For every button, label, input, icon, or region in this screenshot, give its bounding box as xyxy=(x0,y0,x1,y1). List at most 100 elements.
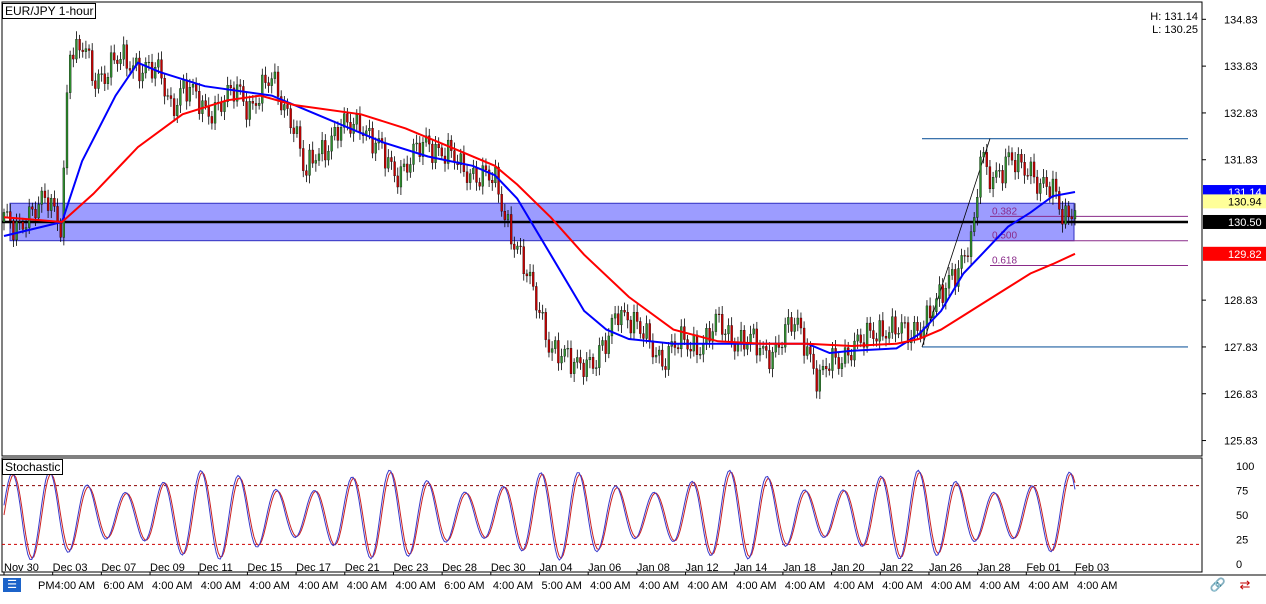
candle-body xyxy=(1048,186,1051,198)
candle-body xyxy=(383,142,387,169)
candle-body xyxy=(689,349,692,352)
candle-body xyxy=(547,339,551,353)
candle-body xyxy=(406,163,409,173)
candle-body xyxy=(1054,178,1058,192)
candle-body xyxy=(651,340,655,358)
candle-body xyxy=(500,194,503,212)
y-tick-label: 125.83 xyxy=(1224,436,1258,448)
candle-body xyxy=(806,346,809,356)
candle-body xyxy=(15,221,18,241)
remove-icon[interactable]: ⇄ xyxy=(1236,578,1254,592)
candle-body xyxy=(484,165,488,171)
y-tick-label: 127.83 xyxy=(1224,342,1258,354)
candle-body xyxy=(128,68,132,71)
candle-body xyxy=(799,317,803,329)
candle-body xyxy=(815,368,818,392)
candle-body xyxy=(951,269,954,276)
x-date-label: Nov 30 xyxy=(4,562,39,574)
x-time-label: 4:00 AM xyxy=(298,580,338,592)
x-time-label: 4:00 AM xyxy=(590,580,630,592)
candle-body xyxy=(100,73,103,75)
candle-body xyxy=(1010,152,1014,161)
price-tag-label: 130.94 xyxy=(1228,196,1262,208)
candle-body xyxy=(620,310,623,326)
candle-body xyxy=(248,101,251,120)
candle-body xyxy=(821,366,825,371)
menu-icon[interactable]: ☰ xyxy=(3,578,21,592)
candle-body xyxy=(664,366,667,370)
candle-body xyxy=(276,71,280,97)
candle-body xyxy=(591,357,595,369)
candle-body xyxy=(109,52,113,78)
candle-body xyxy=(491,180,494,184)
candle-body xyxy=(113,52,116,61)
x-time-label: 4:00 AM xyxy=(1077,580,1117,592)
candle-body xyxy=(308,149,311,176)
candle-body xyxy=(969,231,973,257)
candle-body xyxy=(40,190,43,205)
candle-body xyxy=(185,79,188,102)
candle-body xyxy=(1007,152,1010,158)
candle-body xyxy=(103,73,106,84)
candle-body xyxy=(550,348,554,353)
candle-body xyxy=(122,44,125,60)
candle-body xyxy=(358,114,362,133)
candle-body xyxy=(973,217,976,232)
candle-body xyxy=(1070,216,1073,220)
candle-body xyxy=(62,167,65,238)
link-icon[interactable]: 🔗 xyxy=(1208,578,1228,592)
candle-body xyxy=(724,333,727,335)
candle-body xyxy=(569,348,573,374)
candle-body xyxy=(588,357,592,361)
candle-body xyxy=(191,84,195,88)
candle-body xyxy=(699,354,702,356)
candle-body xyxy=(289,108,292,129)
candle-body xyxy=(72,54,75,60)
candle-body xyxy=(525,273,529,277)
candle-body xyxy=(330,135,333,152)
x-date-label: Feb 03 xyxy=(1075,562,1109,574)
candle-body xyxy=(825,366,828,370)
candle-body xyxy=(65,92,69,169)
candle-body xyxy=(828,368,831,371)
candle-body xyxy=(796,317,799,325)
candle-body xyxy=(273,71,277,79)
candle-body xyxy=(84,48,88,52)
candle-body xyxy=(680,326,683,350)
candle-body xyxy=(988,166,992,190)
candle-body xyxy=(450,139,453,151)
candle-body xyxy=(339,127,343,141)
candle-body xyxy=(106,77,110,84)
candle-body xyxy=(147,61,151,64)
x-time-label: 4:00 AM xyxy=(201,580,241,592)
candle-body xyxy=(18,221,21,223)
candle-body xyxy=(251,101,255,104)
candle-body xyxy=(809,346,812,355)
candle-body xyxy=(582,362,585,377)
osc-tick-label: 100 xyxy=(1236,461,1254,473)
candle-body xyxy=(286,104,289,109)
stochastic-title[interactable]: Stochastic xyxy=(2,459,64,475)
candle-body xyxy=(169,95,173,99)
candle-body xyxy=(787,317,790,325)
candle-body xyxy=(257,103,261,106)
candle-body xyxy=(31,206,34,210)
candle-body xyxy=(264,74,267,83)
candle-body xyxy=(843,347,847,364)
candle-body xyxy=(626,312,629,321)
x-date-label: Jan 28 xyxy=(978,562,1011,574)
candle-body xyxy=(793,324,796,332)
candle-body xyxy=(179,88,182,106)
candle-body xyxy=(396,175,399,188)
candle-body xyxy=(239,84,242,87)
candle-body xyxy=(850,355,853,361)
candle-body xyxy=(163,78,166,97)
candle-body xyxy=(144,62,147,74)
x-time-label: 4:00 AM xyxy=(688,580,728,592)
osc-tick-label: 25 xyxy=(1236,535,1248,547)
x-date-label: Dec 21 xyxy=(345,562,380,574)
candle-body xyxy=(598,345,601,368)
candle-body xyxy=(1061,209,1064,225)
candle-body xyxy=(935,298,938,312)
candle-body xyxy=(503,211,507,220)
